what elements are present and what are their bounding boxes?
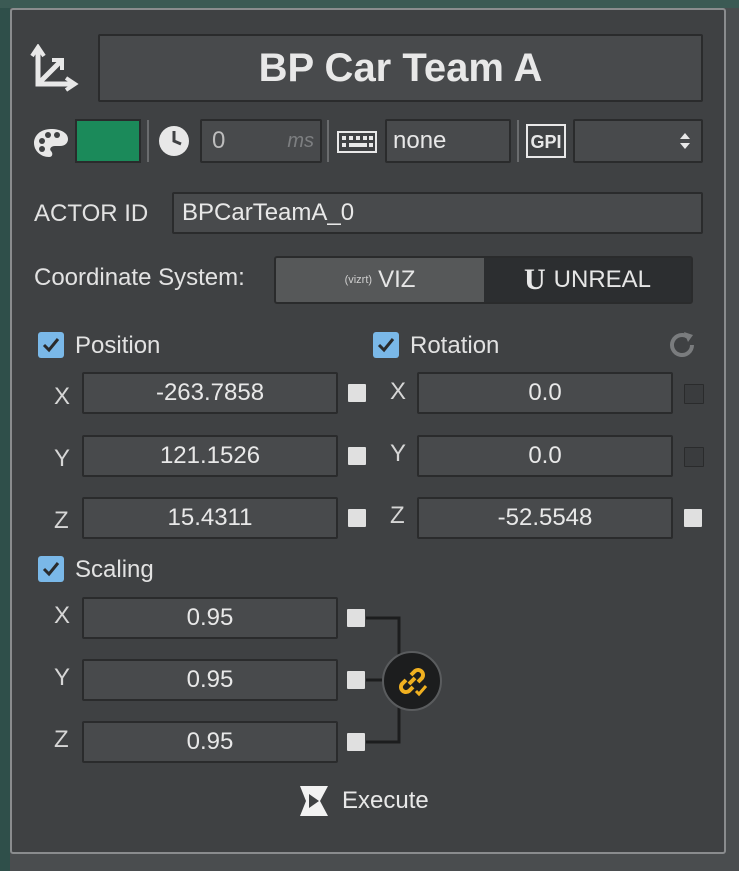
position-x-input[interactable]: -263.7858 [82,372,338,414]
vizrt-logo: (vizrt) [344,274,373,286]
divider [147,120,149,162]
delay-input[interactable]: 0 ms [200,119,322,163]
scaling-x-label: X [54,602,71,629]
gpi-select[interactable] [573,119,703,163]
position-label: Position [75,332,161,359]
clock-icon [159,126,189,156]
rotation-z-key-toggle[interactable] [684,509,702,527]
key-input[interactable]: none [385,119,511,163]
scaling-x-input[interactable]: 0.95 [82,597,338,639]
checkmark-icon [377,338,395,353]
scaling-x-key-toggle[interactable] [347,609,365,627]
position-checkbox[interactable] [38,332,64,358]
actor-id-label: ACTOR ID [34,200,149,227]
viz-label: VIZ [378,266,416,293]
background-strip [0,0,10,871]
position-x-label: X [54,383,71,410]
select-arrows-icon [680,133,690,149]
coordinate-system-label: Coordinate System: [34,264,245,291]
actor-id-input[interactable]: BPCarTeamA_0 [172,192,703,234]
background-top [0,0,739,8]
position-z-key-toggle[interactable] [348,509,366,527]
coordinate-system-toggle: (vizrt) VIZ U UNREAL [274,256,693,304]
position-z-label: Z [54,507,69,534]
rotation-z-label: Z [390,502,405,529]
rotation-x-key-toggle[interactable] [684,384,704,404]
scaling-y-label: Y [54,664,71,691]
transform-axes-icon [30,44,79,92]
keyboard-icon [337,131,377,153]
delay-unit: ms [287,129,314,152]
execute-button[interactable]: Execute [296,784,429,818]
rotation-x-input[interactable]: 0.0 [417,372,673,414]
divider [327,120,329,162]
color-swatch-fill [77,121,139,161]
viz-option[interactable]: (vizrt) VIZ [276,258,484,302]
rotation-label: Rotation [410,332,500,359]
execute-label: Execute [342,787,429,814]
color-swatch[interactable] [75,119,141,163]
unreal-label: UNREAL [553,266,652,293]
rotation-y-key-toggle[interactable] [684,447,704,467]
scaling-label: Scaling [75,556,154,583]
position-y-input[interactable]: 121.1526 [82,435,338,477]
reset-rotation-icon[interactable] [666,329,698,361]
scaling-checkbox[interactable] [38,556,64,582]
unreal-option[interactable]: U UNREAL [484,258,691,302]
chain-link-icon [399,668,428,697]
lock-scaling-button[interactable] [382,651,442,711]
execute-icon [300,786,328,816]
rotation-y-input[interactable]: 0.0 [417,435,673,477]
scaling-y-key-toggle[interactable] [347,671,365,689]
svg-text:GPI: GPI [530,132,561,152]
gpi-icon: GPI [526,124,566,158]
checkmark-icon [42,562,60,577]
delay-value: 0 [212,127,226,154]
palette-icon [34,129,68,157]
rotation-y-label: Y [390,440,407,467]
checkmark-icon [42,338,60,353]
unreal-logo-icon: U [523,263,546,296]
position-y-key-toggle[interactable] [348,447,366,465]
rotation-checkbox[interactable] [373,332,399,358]
actor-title: BP Car Team A [98,34,703,102]
scaling-z-input[interactable]: 0.95 [82,721,338,763]
scaling-y-input[interactable]: 0.95 [82,659,338,701]
scaling-z-label: Z [54,726,69,753]
position-z-input[interactable]: 15.4311 [82,497,338,539]
scaling-z-key-toggle[interactable] [347,733,365,751]
position-y-label: Y [54,445,71,472]
divider [517,120,519,162]
rotation-x-label: X [390,378,407,405]
position-x-key-toggle[interactable] [348,384,366,402]
rotation-z-input[interactable]: -52.5548 [417,497,673,539]
